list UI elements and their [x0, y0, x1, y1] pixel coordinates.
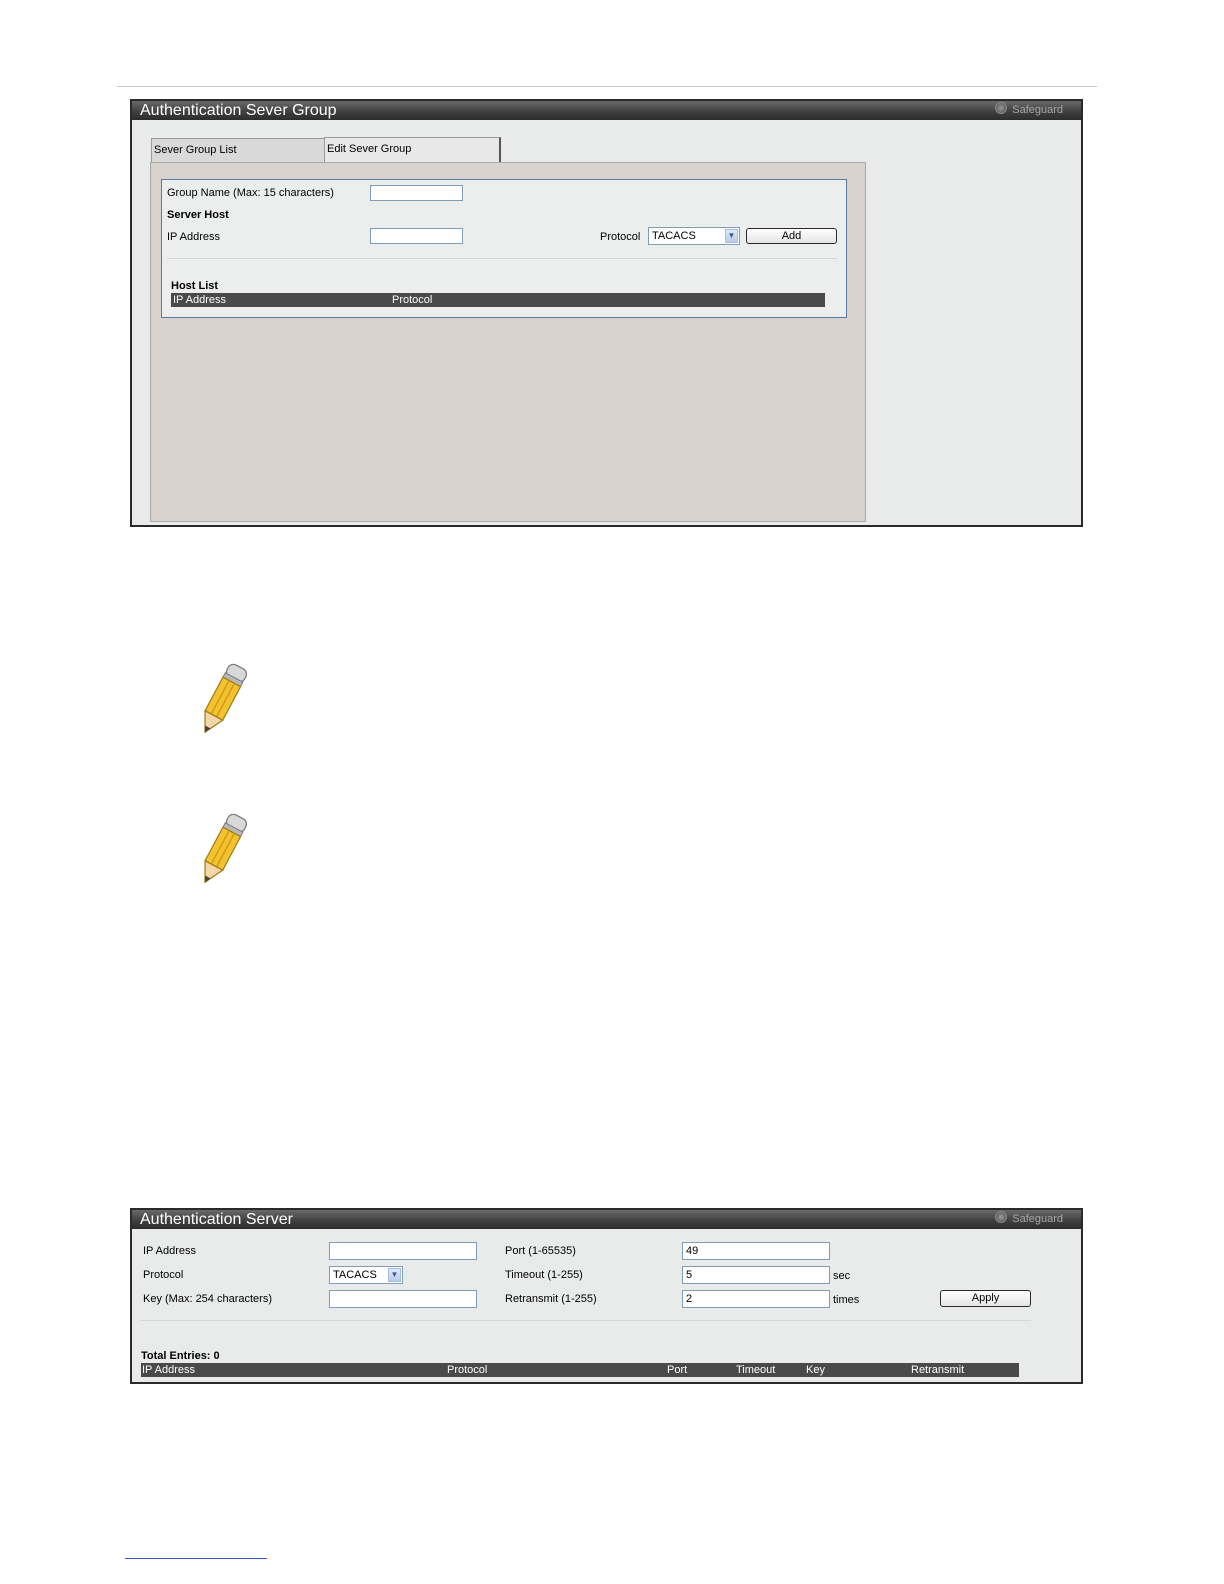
ip-address-label: IP Address — [143, 1245, 196, 1257]
protocol-label: Protocol — [143, 1269, 184, 1281]
column-key: Key — [806, 1364, 825, 1376]
key-label: Key (Max: 254 characters) — [143, 1293, 272, 1305]
safeguard-label: Safeguard — [1012, 104, 1063, 116]
chevron-down-icon[interactable]: ▼ — [388, 1268, 401, 1282]
retransmit-unit: times — [833, 1294, 860, 1306]
column-port: Port — [667, 1364, 688, 1376]
host-list-header: IP Address Protocol — [171, 293, 825, 307]
column-protocol: Protocol — [447, 1364, 488, 1376]
column-retransmit: Retransmit — [911, 1364, 965, 1376]
column-protocol: Protocol — [392, 294, 433, 306]
protocol-label: Protocol — [600, 231, 641, 243]
ip-address-input[interactable] — [329, 1242, 477, 1260]
timeout-label: Timeout (1-255) — [505, 1269, 583, 1281]
safeguard-icon — [995, 1211, 1008, 1223]
apply-button[interactable]: Apply — [940, 1290, 1031, 1307]
ip-address-input[interactable] — [370, 228, 463, 244]
group-name-label: Group Name (Max: 15 characters) — [167, 187, 334, 199]
column-timeout: Timeout — [736, 1364, 776, 1376]
safeguard-indicator[interactable]: Safeguard — [995, 1210, 1063, 1229]
add-button[interactable]: Add — [746, 228, 837, 244]
panel-title: Authentication Server — [140, 1211, 293, 1228]
column-ip-address: IP Address — [142, 1364, 195, 1376]
group-name-input[interactable] — [370, 185, 463, 201]
tab-content: Group Name (Max: 15 characters) Server H… — [150, 162, 866, 522]
ip-address-label: IP Address — [167, 231, 220, 243]
key-input[interactable] — [329, 1290, 477, 1308]
safeguard-label: Safeguard — [1012, 1213, 1063, 1225]
footer-link-underline[interactable] — [125, 1558, 267, 1559]
server-table-header: IP Address Protocol Port Timeout Key Ret… — [141, 1363, 1019, 1377]
panel-title: Authentication Sever Group — [140, 102, 337, 119]
port-input[interactable] — [682, 1242, 830, 1260]
page-divider — [117, 86, 1097, 87]
tab-edit-sever-group[interactable]: Edit Sever Group — [324, 137, 501, 162]
column-ip-address: IP Address — [173, 294, 226, 306]
form-separator — [140, 1320, 1031, 1321]
form-separator — [167, 258, 837, 259]
safeguard-indicator[interactable]: Safeguard — [995, 101, 1063, 120]
port-label: Port (1-65535) — [505, 1245, 576, 1257]
timeout-input[interactable] — [682, 1266, 830, 1284]
pencil-icon — [204, 663, 248, 734]
timeout-unit: sec — [833, 1270, 851, 1282]
chevron-down-icon[interactable]: ▼ — [725, 229, 738, 243]
panel-header: Authentication Server Safeguard — [132, 1210, 1081, 1229]
protocol-selected-value: TACACS — [652, 230, 696, 242]
retransmit-label: Retransmit (1-255) — [505, 1293, 597, 1305]
safeguard-icon — [995, 102, 1008, 114]
protocol-selected-value: TACACS — [333, 1269, 377, 1281]
protocol-select[interactable]: TACACS ▼ — [329, 1266, 403, 1284]
authentication-server-group-panel: Authentication Sever Group Safeguard Sev… — [130, 99, 1083, 527]
protocol-select[interactable]: TACACS ▼ — [648, 227, 740, 245]
host-list-heading: Host List — [171, 280, 219, 292]
authentication-server-panel: Authentication Server Safeguard IP Addre… — [130, 1208, 1083, 1384]
pencil-icon — [204, 813, 248, 884]
server-host-heading: Server Host — [167, 209, 229, 221]
tab-sever-group-list[interactable]: Sever Group List — [151, 138, 325, 162]
retransmit-input[interactable] — [682, 1290, 830, 1308]
panel-header: Authentication Sever Group Safeguard — [132, 101, 1081, 120]
total-entries: Total Entries: 0 — [141, 1350, 220, 1362]
edit-group-form: Group Name (Max: 15 characters) Server H… — [161, 179, 847, 318]
